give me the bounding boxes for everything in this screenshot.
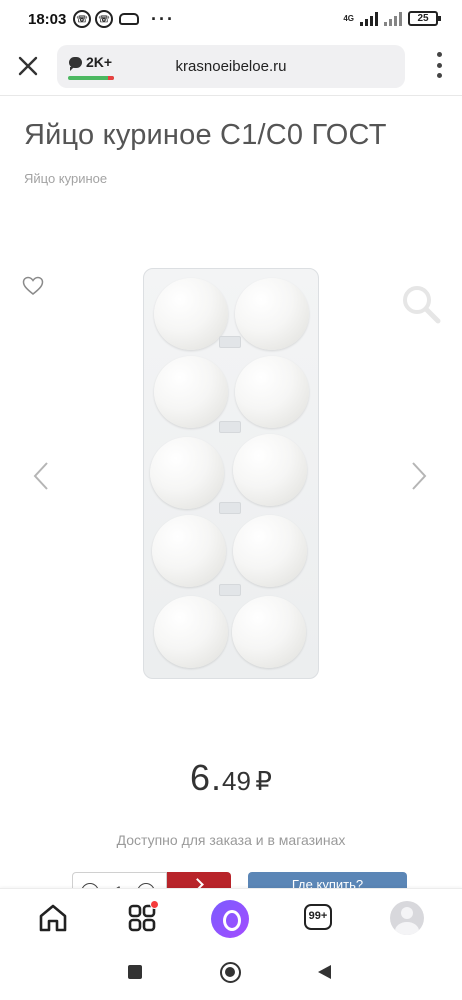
services-icon[interactable] [126, 900, 160, 935]
heart-icon[interactable] [22, 276, 44, 296]
site-rating-bar [68, 76, 114, 80]
recent-apps-icon[interactable] [128, 965, 142, 979]
egg [154, 278, 228, 350]
battery-icon: 25 [408, 11, 441, 26]
notification-dot [150, 900, 159, 909]
url-text: krasnoeibeloe.ru [175, 58, 287, 75]
egg [233, 434, 307, 506]
viber-icon: ☏ [95, 10, 113, 28]
product-category[interactable]: Яйцо куриное [24, 171, 107, 186]
status-bar: 18:03 ☏ ☏ ··· 4G 25 [0, 0, 462, 40]
more-notifications-icon: ··· [151, 9, 175, 29]
profile-avatar[interactable] [390, 901, 424, 935]
availability-text: Доступно для заказа и в магазинах [116, 832, 346, 848]
more-menu-icon[interactable] [434, 52, 444, 78]
browser-toolbar: 2K+ krasnoeibeloe.ru [0, 40, 462, 96]
product-image[interactable] [143, 268, 319, 679]
close-icon[interactable] [14, 52, 42, 80]
tray-divider [219, 502, 241, 514]
address-bar[interactable]: 2K+ krasnoeibeloe.ru [57, 45, 405, 88]
egg [235, 356, 309, 428]
network-type: 4G [343, 13, 354, 23]
home-icon[interactable] [36, 901, 70, 935]
tabs-button[interactable]: 99+ [303, 901, 337, 935]
signal-icon [360, 11, 378, 26]
egg [232, 596, 306, 668]
price-integer: 6. [190, 757, 223, 798]
chevron-right-icon[interactable] [410, 461, 428, 491]
egg [233, 515, 307, 587]
egg [235, 278, 309, 350]
car-icon [119, 13, 139, 25]
signal-no-sim-icon [384, 11, 402, 26]
back-icon[interactable] [318, 965, 331, 979]
viber-icon: ☏ [73, 10, 91, 28]
status-system-icons: 4G 25 [343, 11, 441, 26]
egg [150, 437, 224, 509]
tray-divider [219, 421, 241, 433]
bottom-navigation: 99+ [0, 888, 462, 945]
status-time: 18:03 [28, 11, 67, 28]
price-currency: ₽ [255, 766, 272, 796]
product-title: Яйцо куриное С1/С0 ГОСТ [24, 119, 387, 151]
product-price: 6.49 ₽ [0, 757, 462, 799]
system-navigation [0, 945, 462, 1000]
chevron-left-icon[interactable] [32, 461, 50, 491]
system-home-icon[interactable] [220, 962, 241, 983]
zoom-icon[interactable] [401, 284, 441, 324]
egg [152, 515, 226, 587]
price-fraction: 49 [222, 766, 251, 796]
egg [154, 356, 228, 428]
tray-divider [219, 336, 241, 348]
egg [154, 596, 228, 668]
status-notification-icons: ☏ ☏ ··· [73, 10, 175, 28]
tabs-count: 99+ [304, 904, 332, 930]
alice-assistant-icon[interactable] [211, 900, 249, 938]
tray-divider [219, 584, 241, 596]
